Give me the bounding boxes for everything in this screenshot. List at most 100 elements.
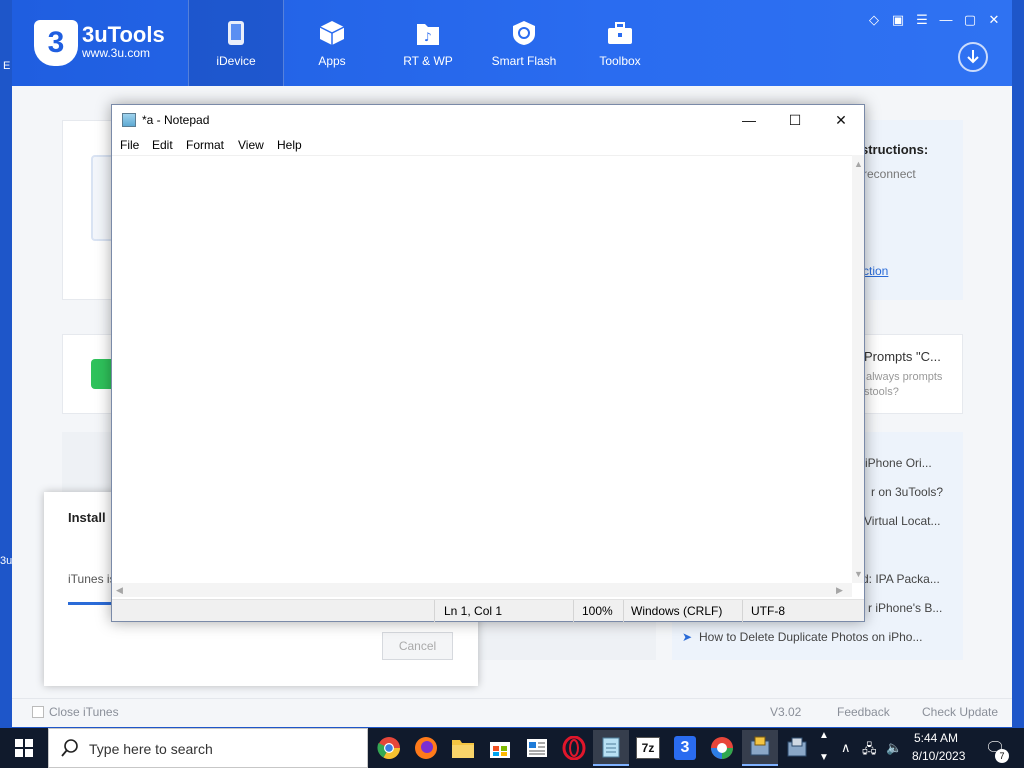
article-link[interactable]: e iPhone Ori...	[855, 456, 932, 470]
article-link[interactable]: How to Delete Duplicate Photos on iPho..…	[699, 630, 922, 644]
menu-bar: File Edit Format View Help	[112, 135, 864, 155]
nav-smart-flash[interactable]: Smart Flash	[476, 0, 572, 86]
menu-help[interactable]: Help	[277, 138, 302, 152]
prompt-text: always prompts	[866, 371, 943, 383]
taskbar-notepad-icon[interactable]	[593, 730, 629, 766]
taskbar-installer-icon[interactable]	[742, 730, 778, 766]
article-link[interactable]: r iPhone's B...	[868, 601, 942, 615]
taskbar-installer2-icon[interactable]	[779, 730, 815, 766]
window-title: *a - Notepad	[142, 113, 210, 127]
feedback-icon[interactable]: ▣	[890, 12, 906, 28]
article-link[interactable]: Virtual Locat...	[864, 514, 941, 528]
menu-view[interactable]: View	[238, 138, 264, 152]
flash-shield-icon	[513, 21, 535, 45]
vertical-scrollbar[interactable]: ▲ ▼	[852, 155, 864, 583]
horizontal-scrollbar[interactable]: ◀ ▶	[112, 583, 852, 597]
search-placeholder: Type here to search	[89, 741, 213, 757]
clock-date[interactable]: 8/10/2023	[912, 749, 965, 763]
instructions-title: structions:	[861, 142, 929, 157]
prompt-text: stools?	[864, 386, 899, 398]
menu-file[interactable]: File	[120, 138, 139, 152]
taskbar-firefox-icon[interactable]	[408, 730, 444, 766]
nav-idevice[interactable]: iDevice	[188, 0, 284, 86]
minimize-button[interactable]: —	[726, 105, 772, 135]
download-icon[interactable]	[958, 42, 988, 72]
line-ending: Windows (CRLF)	[631, 604, 723, 618]
volume-icon[interactable]: 🔈	[886, 740, 902, 756]
nav-toolbox[interactable]: Toolbox	[572, 0, 668, 86]
clock-time[interactable]: 5:44 AM	[914, 731, 958, 745]
taskbar-scroll-up-icon[interactable]: ▲	[819, 730, 829, 741]
nav-label: Smart Flash	[491, 54, 557, 68]
notepad-titlebar[interactable]: *a - Notepad — ☐ ✕	[112, 105, 864, 135]
app-url: www.3u.com	[82, 46, 151, 60]
minimize-icon[interactable]: —	[938, 12, 954, 27]
instructions-text: reconnect	[863, 167, 916, 181]
network-icon[interactable]: 🖧	[862, 740, 877, 762]
notepad-icon	[122, 113, 136, 127]
desktop-label-fragment: E	[3, 60, 11, 72]
toolbox-icon	[608, 22, 632, 44]
taskbar-file-explorer-icon[interactable]	[445, 730, 481, 766]
menu-icon[interactable]: ☰	[914, 12, 930, 28]
close-button[interactable]: ✕	[818, 105, 864, 135]
cancel-button[interactable]: Cancel	[382, 632, 453, 660]
taskbar-opera-icon[interactable]	[556, 730, 592, 766]
version-label: V3.02	[770, 705, 802, 719]
scroll-up-icon[interactable]: ▲	[854, 159, 863, 169]
install-dialog-message: iTunes is	[68, 572, 116, 586]
article-link[interactable]: d: IPA Packa...	[862, 572, 940, 586]
check-update-link[interactable]: Check Update	[922, 705, 998, 719]
windows-logo-icon	[15, 739, 33, 757]
skin-icon[interactable]: ◇	[866, 12, 882, 28]
taskbar-chrome-icon[interactable]	[371, 730, 407, 766]
close-itunes-checkbox[interactable]	[32, 706, 44, 718]
nav-apps[interactable]: Apps	[284, 0, 380, 86]
status-bar: Ln 1, Col 1 100% Windows (CRLF) UTF-8	[112, 599, 864, 622]
notification-count-badge: 7	[995, 749, 1009, 763]
cursor-position: Ln 1, Col 1	[444, 604, 503, 618]
tray-overflow-icon[interactable]: ∧	[841, 740, 851, 756]
menu-edit[interactable]: Edit	[152, 138, 173, 152]
menu-format[interactable]: Format	[186, 138, 224, 152]
close-icon[interactable]: ✕	[986, 12, 1002, 28]
taskbar-color-app-icon[interactable]	[704, 730, 740, 766]
cube-icon	[319, 21, 345, 45]
taskbar-scroll-down-icon[interactable]: ▼	[819, 752, 829, 763]
desktop-label-fragment: 3u	[0, 555, 13, 567]
svg-text:♪: ♪	[424, 30, 432, 44]
text-editor-area[interactable]	[112, 155, 852, 583]
phone-icon	[228, 21, 244, 45]
scroll-left-icon[interactable]: ◀	[116, 585, 123, 596]
start-button[interactable]	[0, 728, 48, 768]
nav-label: Apps	[318, 54, 346, 68]
music-folder-icon: ♪	[417, 24, 439, 45]
search-icon	[61, 739, 78, 757]
prompt-title: Prompts "C...	[864, 349, 941, 364]
instructions-link[interactable]: ction	[863, 264, 888, 278]
maximize-button[interactable]: ☐	[772, 105, 818, 135]
maximize-icon[interactable]: ▢	[962, 12, 978, 28]
notepad-window: *a - Notepad — ☐ ✕ File Edit Format View…	[111, 104, 865, 622]
scroll-right-icon[interactable]: ▶	[836, 585, 843, 596]
app-title: 3uTools	[82, 22, 165, 47]
taskbar-3utools-icon[interactable]: 3	[667, 730, 703, 766]
taskbar-7zip-icon[interactable]: 7z	[630, 730, 666, 766]
instructions-card: structions: reconnect ction	[861, 120, 963, 300]
encoding: UTF-8	[751, 604, 785, 618]
3utools-header: 3 3uTools www.3u.com iDevice Apps ♪ RT &…	[12, 0, 1012, 86]
nav-label: Toolbox	[599, 54, 641, 68]
taskbar-news-icon[interactable]	[519, 730, 555, 766]
scroll-down-icon[interactable]: ▼	[854, 569, 863, 579]
3utools-logo-icon: 3	[34, 20, 78, 66]
search-input[interactable]: Type here to search	[48, 728, 368, 768]
nav-rt-wp[interactable]: ♪ RT & WP	[380, 0, 476, 86]
article-bullet-icon: ➤	[682, 630, 693, 644]
feedback-link[interactable]: Feedback	[837, 705, 890, 719]
close-itunes-label: Close iTunes	[49, 705, 119, 719]
nav-label: iDevice	[216, 54, 256, 68]
article-link[interactable]: r on 3uTools?	[871, 485, 943, 499]
prompt-card: Prompts "C... always prompts stools?	[861, 334, 963, 414]
3utools-footer: Close iTunes V3.02 Feedback Check Update	[12, 698, 1012, 727]
taskbar-store-icon[interactable]	[482, 730, 518, 766]
